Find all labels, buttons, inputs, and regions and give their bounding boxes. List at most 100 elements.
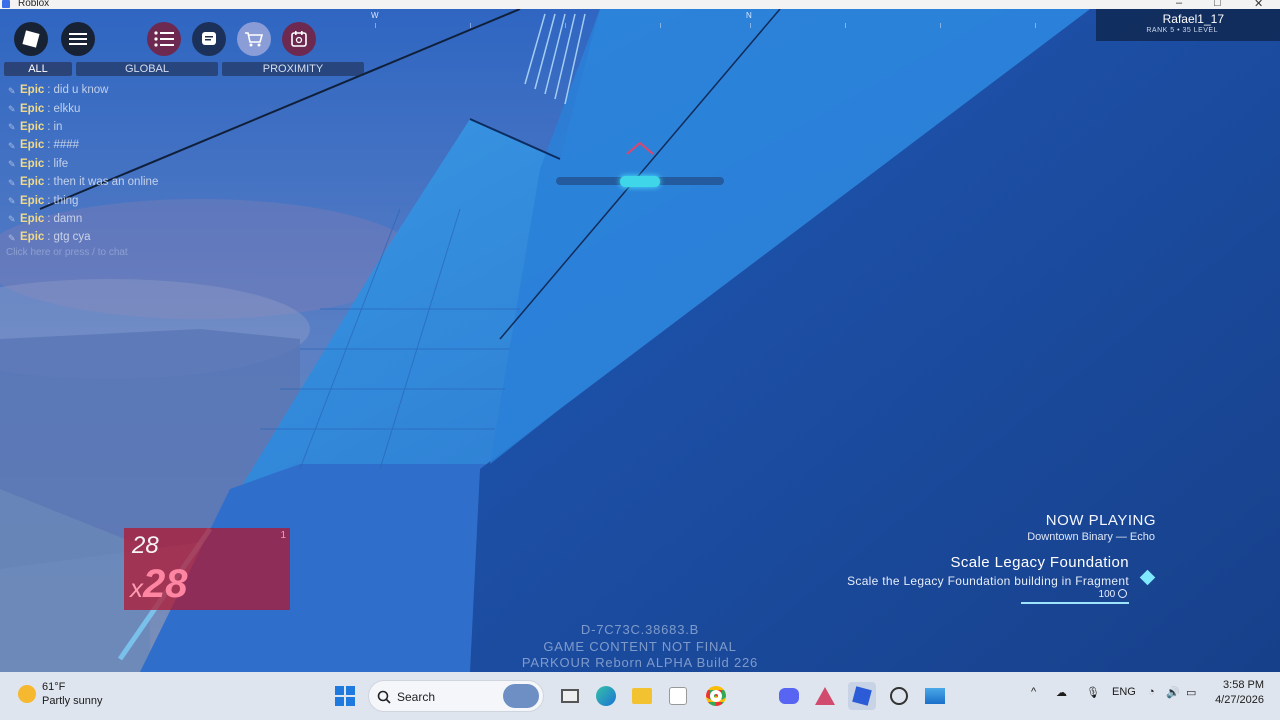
compass-west: W: [371, 11, 379, 20]
search-highlight-icon: [503, 684, 539, 708]
chat-sender: Epic: [20, 157, 45, 170]
maximize-button[interactable]: □: [1214, 0, 1221, 9]
steam-button[interactable]: [885, 682, 913, 710]
feather-icon: ✎: [8, 159, 16, 170]
roblox-app-icon: [2, 0, 10, 8]
weather-widget[interactable]: 61°F Partly sunny: [18, 680, 103, 708]
chat-text: damn: [53, 212, 83, 225]
onedrive-icon[interactable]: ☁: [1056, 686, 1067, 699]
chat-message: ✎ Epic: then it was an online: [8, 173, 258, 191]
chat-sender: Epic: [20, 194, 45, 207]
app-button[interactable]: [811, 682, 839, 710]
compass-tick: [660, 23, 661, 28]
compass-tick: [750, 23, 751, 28]
now-playing-label: NOW PLAYING: [1045, 512, 1156, 529]
search-icon: [377, 690, 391, 704]
tab-global[interactable]: GLOBAL: [76, 62, 218, 76]
feather-icon: ✎: [8, 122, 16, 133]
compass-tick: [470, 23, 471, 28]
player-info: Rafael1_17 RANK 5 • 35 LEVEL: [1096, 9, 1280, 41]
photos-button[interactable]: [921, 682, 949, 710]
taskbar-search[interactable]: Search: [368, 680, 544, 712]
chat-text: then it was an online: [53, 176, 159, 189]
hamburger-menu-button[interactable]: [61, 22, 95, 56]
combo-multiplier: x28: [130, 562, 188, 606]
clock-time: 3:58 PM: [1223, 679, 1264, 691]
chat-message: ✎ Epic: thing: [8, 191, 258, 209]
chat-sender: Epic: [20, 120, 45, 133]
chat-text: did u know: [53, 84, 109, 97]
chevron-up-icon: [626, 141, 654, 155]
discord-button[interactable]: [775, 682, 803, 710]
feather-icon: ✎: [8, 104, 16, 115]
clock[interactable]: 3:58 PM 4/27/2026: [1215, 678, 1264, 708]
feather-icon: ✎: [8, 177, 16, 188]
tab-all[interactable]: ALL: [4, 62, 72, 76]
chat-sender: Epic: [20, 176, 45, 189]
store-icon: [669, 687, 687, 705]
chat-sender: Epic: [20, 212, 45, 225]
shop-button[interactable]: [237, 22, 271, 56]
combo-index: 1: [280, 530, 286, 541]
window-title: Roblox: [18, 0, 50, 9]
chat-colon: :: [47, 102, 51, 115]
chat-message: ✎ Epic: in: [8, 118, 258, 136]
chat-text: gtg cya: [53, 231, 91, 244]
roblox-taskbar-button[interactable]: [848, 682, 876, 710]
roblox-logo-icon: [22, 30, 40, 48]
start-button[interactable]: [331, 682, 359, 710]
compass-tick: [1035, 23, 1036, 28]
cart-icon: [245, 32, 264, 47]
windows-logo-icon: [335, 686, 355, 706]
taskbar: 61°F Partly sunny Search ^ ☁ 🎙 ENG ◔ 🔊 ▭…: [0, 672, 1280, 720]
chat-colon: :: [47, 194, 51, 207]
folder-icon: [632, 688, 652, 704]
build-notice: GAME CONTENT NOT FINAL: [543, 639, 737, 654]
chat-colon: :: [47, 176, 51, 189]
task-view-button[interactable]: [556, 682, 584, 710]
chrome-button[interactable]: [702, 682, 730, 710]
language-indicator[interactable]: ENG: [1112, 686, 1136, 698]
clock-date: 4/27/2026: [1215, 694, 1264, 706]
roblox-icon: [852, 686, 872, 706]
chat-sender: Epic: [20, 231, 45, 244]
game-viewport[interactable]: W N Rafael1_17 RANK 5 • 35 LEVEL ALL GLO…: [0, 9, 1280, 672]
chat-input-hint[interactable]: Click here or press / to chat: [6, 247, 128, 258]
file-explorer-button[interactable]: [628, 682, 656, 710]
chat-log[interactable]: ✎ Epic: did u know ✎ Epic: elkku ✎ Epic: in ✎ Epic…: [8, 81, 258, 247]
chat-colon: :: [47, 84, 51, 97]
chat-message: ✎ Epic: did u know: [8, 81, 258, 99]
task-view-icon: [561, 689, 579, 703]
chat-toggle-button[interactable]: [192, 22, 226, 56]
chat-text: elkku: [53, 102, 81, 115]
chat-message: ✎ Epic: life: [8, 155, 258, 173]
feather-icon: ✎: [8, 232, 16, 243]
chat-colon: :: [47, 212, 51, 225]
battery-icon[interactable]: ▭: [1186, 686, 1196, 699]
objective-reward: 100: [1099, 589, 1127, 600]
stamina-bar-fill: [620, 176, 660, 187]
chat-text: life: [53, 157, 69, 170]
steam-icon: [890, 687, 908, 705]
chrome-icon: [706, 686, 726, 706]
chat-bubble-icon: [202, 32, 216, 45]
wifi-icon[interactable]: ◔: [1148, 686, 1155, 698]
combo-count: 28: [132, 532, 159, 559]
objective-title: Scale Legacy Foundation: [950, 554, 1129, 571]
volume-icon[interactable]: 🔊: [1166, 686, 1180, 699]
minimize-button[interactable]: –: [1176, 0, 1182, 9]
weather-temp: 61°F: [42, 681, 66, 693]
tab-proximity[interactable]: PROXIMITY: [222, 62, 364, 76]
chat-sender: Epic: [20, 102, 45, 115]
edge-button[interactable]: [592, 682, 620, 710]
calendar-button[interactable]: [282, 22, 316, 56]
chevron-up-icon[interactable]: ^: [1031, 686, 1036, 698]
chat-tabs: ALL GLOBAL PROXIMITY: [4, 62, 364, 76]
chat-text: ####: [53, 139, 80, 152]
microphone-icon[interactable]: 🎙: [1086, 686, 1100, 699]
chat-sender: Epic: [20, 84, 45, 97]
store-button[interactable]: [664, 682, 692, 710]
roblox-menu-button[interactable]: [14, 22, 48, 56]
list-button[interactable]: [147, 22, 181, 56]
compass-north: N: [746, 11, 752, 20]
